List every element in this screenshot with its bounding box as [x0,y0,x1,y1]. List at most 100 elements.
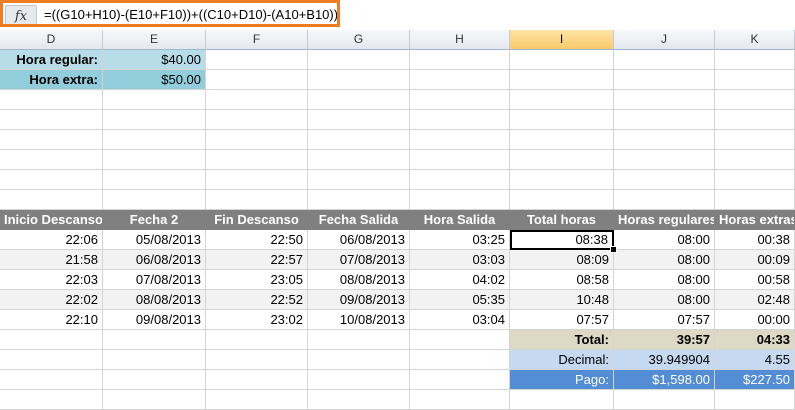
empty-cell[interactable] [206,190,308,210]
empty-cell[interactable] [410,130,510,150]
empty-cell[interactable] [614,70,715,90]
empty-cell[interactable] [0,110,103,130]
table-cell[interactable]: 07/08/2013 [308,250,410,270]
empty-cell[interactable] [0,330,103,350]
empty-cell[interactable] [510,390,614,410]
table-cell[interactable]: 02:48 [715,290,795,310]
pay-regular[interactable]: $1,598.00 [614,370,715,390]
table-cell[interactable]: 04:02 [410,270,510,290]
table-cell[interactable]: 10/08/2013 [308,310,410,330]
table-cell[interactable]: 03:04 [410,310,510,330]
empty-cell[interactable] [103,90,206,110]
table-cell[interactable]: 08:00 [614,250,715,270]
empty-cell[interactable] [103,330,206,350]
empty-cell[interactable] [308,110,410,130]
empty-cell[interactable] [206,350,308,370]
empty-cell[interactable] [103,390,206,410]
table-header-fin-descanso[interactable]: Fin Descanso [206,210,308,230]
empty-cell[interactable] [0,150,103,170]
empty-cell[interactable] [715,110,795,130]
table-cell[interactable]: 05/08/2013 [103,230,206,250]
table-cell[interactable]: 09/08/2013 [103,310,206,330]
empty-cell[interactable] [614,390,715,410]
empty-cell[interactable] [410,390,510,410]
column-header-j[interactable]: J [614,30,715,50]
rate-label-regular[interactable]: Hora regular: [0,50,103,70]
rate-label-extra[interactable]: Hora extra: [0,70,103,90]
table-cell[interactable]: 08:58 [510,270,614,290]
empty-cell[interactable] [308,50,410,70]
empty-cell[interactable] [510,170,614,190]
empty-cell[interactable] [103,130,206,150]
empty-cell[interactable] [715,170,795,190]
table-cell[interactable]: 05:35 [410,290,510,310]
table-cell[interactable]: 00:58 [715,270,795,290]
table-cell[interactable]: 06/08/2013 [103,250,206,270]
empty-cell[interactable] [206,70,308,90]
empty-cell[interactable] [0,350,103,370]
rate-value-regular[interactable]: $40.00 [103,50,206,70]
table-cell[interactable]: 22:06 [0,230,103,250]
table-cell[interactable]: 23:05 [206,270,308,290]
empty-cell[interactable] [0,370,103,390]
total-label[interactable]: Total: [510,330,614,350]
empty-cell[interactable] [410,330,510,350]
column-header-g[interactable]: G [308,30,410,50]
empty-cell[interactable] [206,110,308,130]
empty-cell[interactable] [103,150,206,170]
empty-cell[interactable] [410,170,510,190]
empty-cell[interactable] [715,130,795,150]
empty-cell[interactable] [510,150,614,170]
empty-cell[interactable] [103,110,206,130]
column-header-f[interactable]: F [206,30,308,50]
empty-cell[interactable] [206,390,308,410]
table-cell[interactable]: 21:58 [0,250,103,270]
empty-cell[interactable] [410,110,510,130]
empty-cell[interactable] [308,130,410,150]
empty-cell[interactable] [510,90,614,110]
rate-value-extra[interactable]: $50.00 [103,70,206,90]
active-cell[interactable]: 08:38 [510,230,614,250]
decimal-extra[interactable]: 4.55 [715,350,795,370]
empty-cell[interactable] [410,370,510,390]
table-cell[interactable]: 00:38 [715,230,795,250]
empty-cell[interactable] [510,130,614,150]
column-header-h[interactable]: H [410,30,510,50]
table-cell[interactable]: 03:03 [410,250,510,270]
table-header-horas-regulares[interactable]: Horas regulares [614,210,715,230]
empty-cell[interactable] [0,390,103,410]
empty-cell[interactable] [103,370,206,390]
empty-cell[interactable] [308,170,410,190]
empty-cell[interactable] [614,90,715,110]
empty-cell[interactable] [715,390,795,410]
table-cell[interactable]: 08:09 [510,250,614,270]
empty-cell[interactable] [614,50,715,70]
empty-cell[interactable] [410,50,510,70]
table-cell[interactable]: 22:02 [0,290,103,310]
table-cell[interactable]: 00:09 [715,250,795,270]
table-cell[interactable]: 08/08/2013 [103,290,206,310]
total-regular[interactable]: 39:57 [614,330,715,350]
empty-cell[interactable] [308,390,410,410]
table-cell[interactable]: 07:57 [510,310,614,330]
empty-cell[interactable] [206,90,308,110]
empty-cell[interactable] [0,170,103,190]
column-header-k[interactable]: K [715,30,795,50]
empty-cell[interactable] [510,190,614,210]
empty-cell[interactable] [715,50,795,70]
pay-extra[interactable]: $227.50 [715,370,795,390]
table-header-fecha-salida[interactable]: Fecha Salida [308,210,410,230]
empty-cell[interactable] [510,70,614,90]
empty-cell[interactable] [614,150,715,170]
empty-cell[interactable] [410,70,510,90]
empty-cell[interactable] [308,90,410,110]
table-header-total-horas[interactable]: Total horas [510,210,614,230]
empty-cell[interactable] [103,350,206,370]
empty-cell[interactable] [614,130,715,150]
empty-cell[interactable] [103,190,206,210]
empty-cell[interactable] [510,50,614,70]
table-cell[interactable]: 06/08/2013 [308,230,410,250]
table-cell[interactable]: 22:10 [0,310,103,330]
table-cell[interactable]: 22:03 [0,270,103,290]
empty-cell[interactable] [308,150,410,170]
